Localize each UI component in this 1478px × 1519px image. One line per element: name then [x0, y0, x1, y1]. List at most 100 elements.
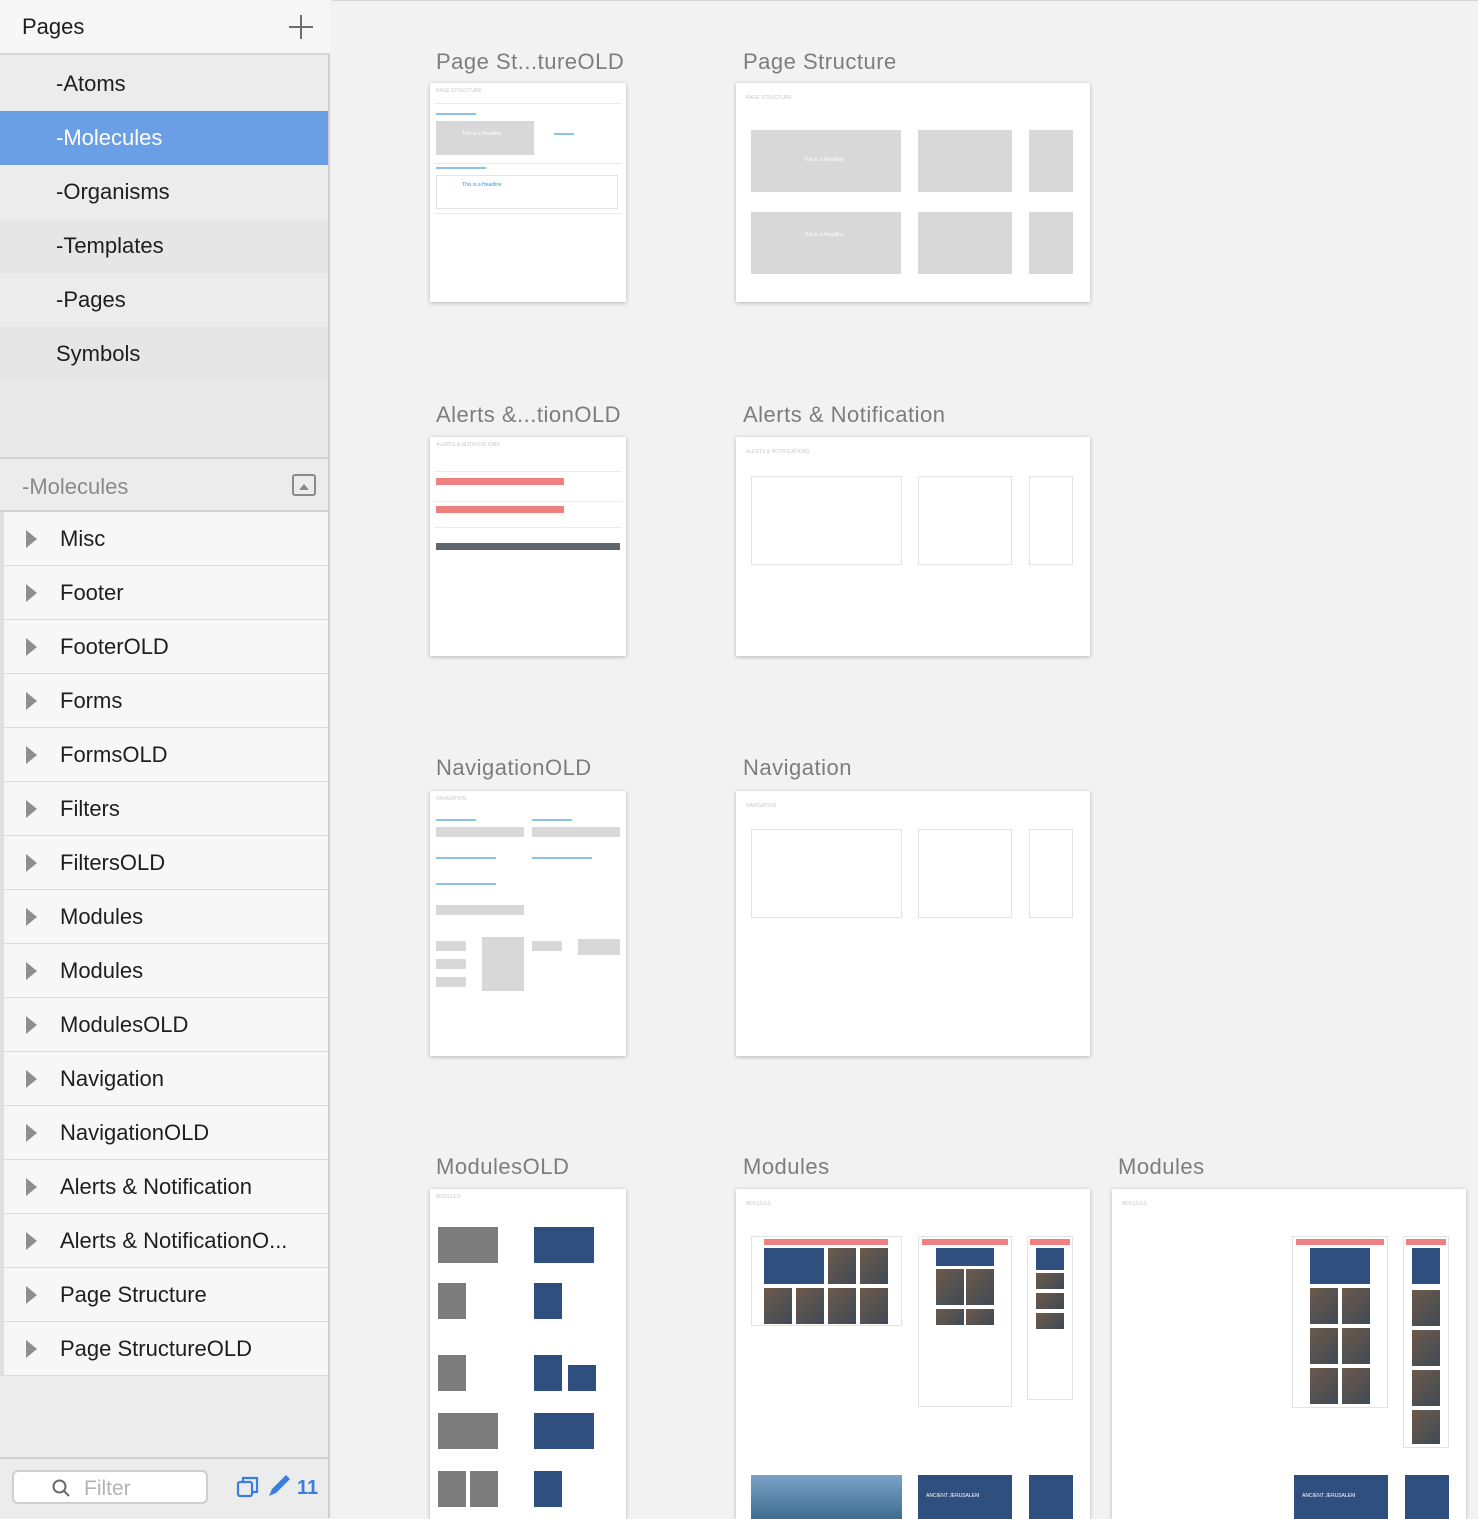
placeholder-module-gray [438, 1355, 466, 1391]
filter-field[interactable] [12, 1470, 208, 1504]
page-item-templates[interactable]: -Templates [0, 219, 328, 273]
artboard-title[interactable]: Page Structure [743, 49, 897, 75]
placeholder-frame [751, 476, 902, 565]
layer-item-forms-old[interactable]: FormsOLD [0, 728, 328, 782]
placeholder-card [1029, 130, 1073, 192]
placeholder-link [532, 857, 592, 859]
disclosure-triangle-icon[interactable] [26, 1070, 37, 1088]
add-page-plus-icon[interactable] [288, 14, 314, 40]
page-item-label: Symbols [56, 341, 141, 366]
disclosure-triangle-icon[interactable] [26, 530, 37, 548]
placeholder-image [1310, 1328, 1338, 1364]
layer-item-footer-old[interactable]: FooterOLD [0, 620, 328, 674]
layer-item-footer[interactable]: Footer [0, 566, 328, 620]
placeholder-image [828, 1248, 856, 1284]
artboard-alerts[interactable]: ALERTS & NOTIFICATIONS [736, 437, 1090, 656]
layer-item-page-structure[interactable]: Page Structure [0, 1268, 328, 1322]
layer-item-filters[interactable]: Filters [0, 782, 328, 836]
placeholder-module-blue [534, 1471, 562, 1507]
placeholder-frame [1029, 829, 1073, 918]
artboard-caption: PAGE STRUCTURE [746, 95, 792, 101]
placeholder-card [436, 121, 534, 155]
disclosure-triangle-icon[interactable] [26, 1232, 37, 1250]
canvas[interactable]: Page St...tureOLD PAGE STRUCTURE This is… [332, 0, 1478, 1519]
artboard-title[interactable]: ModulesOLD [436, 1154, 569, 1180]
disclosure-triangle-icon[interactable] [26, 746, 37, 764]
page-item-label: -Templates [56, 233, 164, 258]
artboard-navigation[interactable]: NAVIGATION [736, 791, 1090, 1056]
layer-item-page-structure-old[interactable]: Page StructureOLD [0, 1322, 328, 1376]
placeholder-image [751, 1475, 902, 1519]
placeholder-link [436, 113, 476, 115]
artboard-title[interactable]: Navigation [743, 755, 852, 781]
disclosure-triangle-icon[interactable] [26, 1340, 37, 1358]
layer-item-label: Page StructureOLD [60, 1336, 252, 1361]
disclosure-triangle-icon[interactable] [26, 692, 37, 710]
disclosure-triangle-icon[interactable] [26, 800, 37, 818]
artboard-title[interactable]: Alerts & Notification [743, 402, 945, 428]
placeholder-alert-warning [436, 506, 564, 513]
layer-item-label: Filters [60, 796, 120, 821]
layer-item-label: ModulesOLD [60, 1012, 189, 1037]
collapse-icon[interactable] [292, 474, 316, 496]
layer-item-modules-old[interactable]: ModulesOLD [0, 998, 328, 1052]
layer-item-label: FooterOLD [60, 634, 169, 659]
artboard-modules-2[interactable]: MODULES ANCIENT JERUSALEM [1112, 1189, 1466, 1519]
divider [434, 213, 622, 214]
artboard-modules[interactable]: MODULES ANCIENT JERUSALEM [736, 1189, 1090, 1519]
artboard-alerts-old[interactable]: ALERTS & NOTIFICATIONS [430, 437, 626, 656]
placeholder-button [578, 939, 620, 955]
placeholder-link [532, 819, 572, 821]
disclosure-triangle-icon[interactable] [26, 1286, 37, 1304]
artboard-page-structure[interactable]: PAGE STRUCTURE This is a Headline This i… [736, 83, 1090, 302]
artboard-title[interactable]: Page St...tureOLD [436, 49, 624, 75]
page-item-atoms[interactable]: -Atoms [0, 57, 328, 111]
layer-item-filters-old[interactable]: FiltersOLD [0, 836, 328, 890]
page-item-label: -Molecules [56, 125, 163, 150]
placeholder-link [436, 819, 476, 821]
artboard-title[interactable]: Modules [743, 1154, 830, 1180]
divider [434, 103, 622, 104]
artboard-modules-old[interactable]: MODULES [430, 1189, 626, 1519]
page-item-symbols[interactable]: Symbols [0, 327, 328, 381]
page-item-molecules[interactable]: -Molecules [0, 111, 328, 165]
artboard-title[interactable]: Alerts &...tionOLD [436, 402, 621, 428]
layer-item-navigation[interactable]: Navigation [0, 1052, 328, 1106]
layer-item-modules[interactable]: Modules [0, 890, 328, 944]
disclosure-triangle-icon[interactable] [26, 638, 37, 656]
page-item-pages[interactable]: -Pages [0, 273, 328, 327]
artboard-title[interactable]: Modules [1118, 1154, 1205, 1180]
pencil-icon[interactable] [266, 1473, 292, 1499]
layer-item-alerts[interactable]: Alerts & Notification [0, 1160, 328, 1214]
placeholder-card [751, 212, 901, 274]
disclosure-triangle-icon[interactable] [26, 1178, 37, 1196]
layer-item-label: Misc [60, 526, 106, 551]
page-item-label: -Organisms [56, 179, 170, 204]
filter-input[interactable] [82, 1476, 206, 1502]
placeholder-card [1029, 212, 1073, 274]
artboard-title[interactable]: NavigationOLD [436, 755, 592, 781]
disclosure-triangle-icon[interactable] [26, 908, 37, 926]
disclosure-triangle-icon[interactable] [26, 1124, 37, 1142]
placeholder-module-gray [470, 1471, 498, 1507]
placeholder-dropdown [482, 937, 524, 991]
disclosure-triangle-icon[interactable] [26, 1016, 37, 1034]
placeholder-notification-bar [436, 543, 620, 550]
layer-item-label: Alerts & NotificationO... [60, 1228, 288, 1253]
disclosure-triangle-icon[interactable] [26, 854, 37, 872]
placeholder-image [860, 1288, 888, 1324]
artboard-navigation-old[interactable]: NAVIGATION [430, 791, 626, 1056]
placeholder-image [1036, 1313, 1064, 1329]
disclosure-triangle-icon[interactable] [26, 584, 37, 602]
layer-item-alerts-old[interactable]: Alerts & NotificationO... [0, 1214, 328, 1268]
placeholder-alert [764, 1239, 888, 1245]
disclosure-triangle-icon[interactable] [26, 962, 37, 980]
artboard-caption: MODULES [746, 1201, 771, 1207]
layer-item-forms[interactable]: Forms [0, 674, 328, 728]
artboard-page-structure-old[interactable]: PAGE STRUCTURE This is a Headline This i… [430, 83, 626, 302]
page-item-organisms[interactable]: -Organisms [0, 165, 328, 219]
layer-item-modules-2[interactable]: Modules [0, 944, 328, 998]
copy-icon[interactable] [236, 1475, 260, 1499]
layer-item-navigation-old[interactable]: NavigationOLD [0, 1106, 328, 1160]
layer-item-misc[interactable]: Misc [0, 512, 328, 566]
